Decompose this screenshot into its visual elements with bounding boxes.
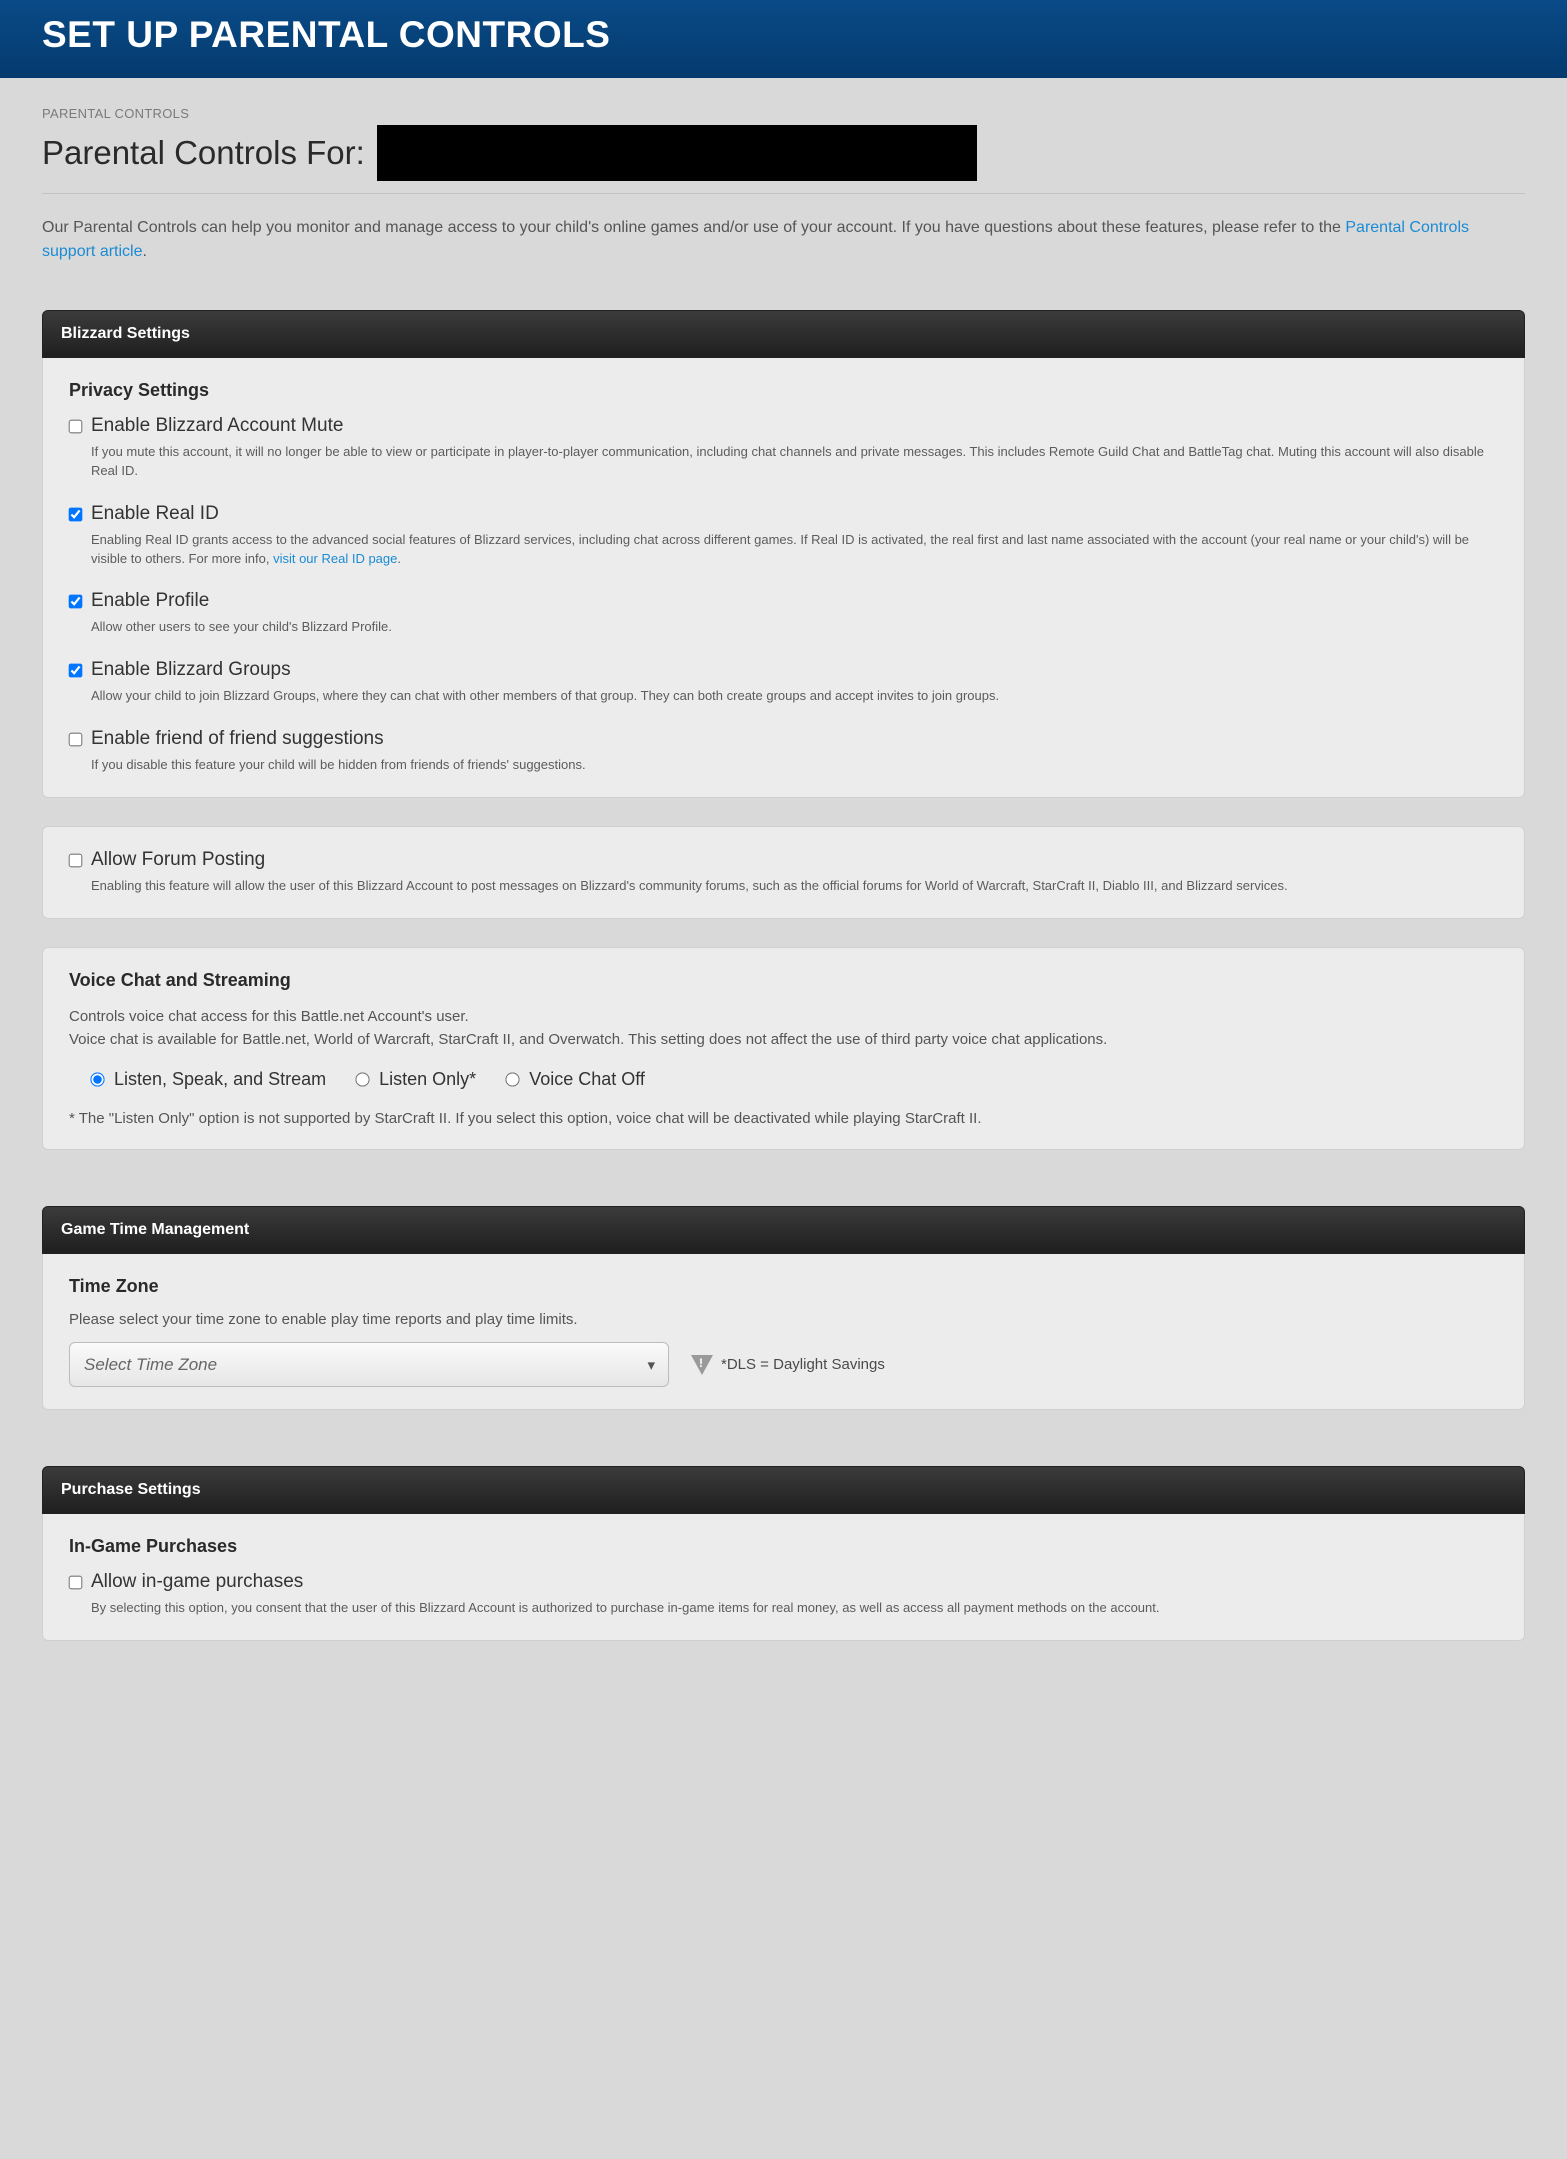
dls-note: *DLS = Daylight Savings (691, 1355, 885, 1375)
label-real-id: Enable Real ID (91, 503, 1498, 525)
label-account-mute: Enable Blizzard Account Mute (91, 415, 1498, 437)
desc-forum: Enabling this feature will allow the use… (91, 877, 1498, 896)
label-groups: Enable Blizzard Groups (91, 659, 1498, 681)
panel-timezone: Time Zone Please select your time zone t… (42, 1254, 1525, 1410)
panel-forum: Allow Forum Posting Enabling this featur… (42, 826, 1525, 919)
breadcrumb: PARENTAL CONTROLS (42, 106, 1525, 121)
radio-voice-listen[interactable] (355, 1073, 369, 1087)
checkbox-account-mute[interactable] (69, 420, 83, 434)
desc-groups: Allow your child to join Blizzard Groups… (91, 687, 1498, 706)
section-bar-blizzard: Blizzard Settings (42, 310, 1525, 358)
page-title: Parental Controls For: (42, 134, 365, 172)
checkbox-groups[interactable] (69, 664, 83, 678)
checkbox-fof[interactable] (69, 733, 83, 747)
privacy-heading: Privacy Settings (69, 380, 1498, 401)
label-ingame-purchase: Allow in-game purchases (91, 1571, 1498, 1593)
voice-footnote: * The "Listen Only" option is not suppor… (69, 1110, 1498, 1127)
desc-fof: If you disable this feature your child w… (91, 756, 1498, 775)
redacted-account-name (377, 125, 977, 181)
radio-voice-off[interactable] (506, 1073, 520, 1087)
label-fof: Enable friend of friend suggestions (91, 728, 1498, 750)
checkbox-ingame-purchase[interactable] (69, 1576, 83, 1590)
intro-text: Our Parental Controls can help you monit… (42, 216, 1525, 264)
radio-voice-listen-label[interactable]: Listen Only* (356, 1069, 476, 1090)
checkbox-real-id[interactable] (69, 507, 83, 521)
section-bar-gtm: Game Time Management (42, 1206, 1525, 1254)
checkbox-profile[interactable] (69, 595, 83, 609)
radio-voice-off-label[interactable]: Voice Chat Off (506, 1069, 645, 1090)
purchase-heading: In-Game Purchases (69, 1536, 1498, 1557)
desc-account-mute: If you mute this account, it will no lon… (91, 443, 1498, 481)
voice-heading: Voice Chat and Streaming (69, 970, 1498, 991)
desc-profile: Allow other users to see your child's Bl… (91, 618, 1498, 637)
real-id-link[interactable]: visit our Real ID page (273, 551, 397, 566)
panel-privacy: Privacy Settings Enable Blizzard Account… (42, 358, 1525, 798)
radio-voice-all-label[interactable]: Listen, Speak, and Stream (91, 1069, 326, 1090)
timezone-select[interactable]: Select Time Zone (69, 1342, 669, 1387)
voice-desc-1: Controls voice chat access for this Batt… (69, 1005, 1498, 1028)
voice-desc-2: Voice chat is available for Battle.net, … (69, 1028, 1498, 1051)
section-bar-purchase: Purchase Settings (42, 1466, 1525, 1514)
tz-heading: Time Zone (69, 1276, 1498, 1297)
panel-purchase: In-Game Purchases Allow in-game purchase… (42, 1514, 1525, 1641)
warning-icon (691, 1355, 713, 1375)
label-forum: Allow Forum Posting (91, 849, 1498, 871)
desc-real-id: Enabling Real ID grants access to the ad… (91, 531, 1498, 569)
label-profile: Enable Profile (91, 590, 1498, 612)
radio-voice-all[interactable] (90, 1073, 104, 1087)
desc-ingame-purchase: By selecting this option, you consent th… (91, 1599, 1498, 1618)
tz-desc: Please select your time zone to enable p… (69, 1311, 1498, 1328)
page-hero-title: SET UP PARENTAL CONTROLS (42, 14, 1525, 56)
checkbox-forum[interactable] (69, 854, 83, 868)
hero-bar: SET UP PARENTAL CONTROLS (0, 0, 1567, 78)
panel-voice: Voice Chat and Streaming Controls voice … (42, 947, 1525, 1151)
